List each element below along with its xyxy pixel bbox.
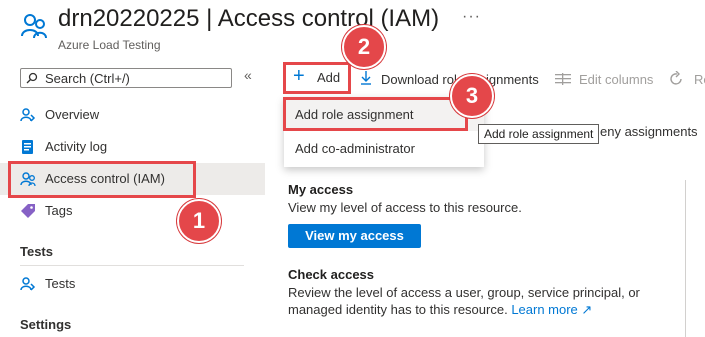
tag-icon bbox=[20, 203, 36, 219]
sidebar-item-tests[interactable]: Tests bbox=[0, 268, 265, 300]
refresh-label: Re bbox=[694, 72, 705, 87]
callout-badge-3: 3 bbox=[450, 74, 494, 118]
refresh-icon bbox=[668, 71, 684, 87]
my-access-description: View my level of access to this resource… bbox=[288, 200, 522, 215]
page-subtitle: Azure Load Testing bbox=[58, 38, 161, 52]
sidebar-item-overview[interactable]: Overview bbox=[0, 99, 265, 131]
callout-highlight-add bbox=[283, 62, 351, 94]
edit-columns-label: Edit columns bbox=[579, 72, 654, 87]
learn-more-link[interactable]: Learn more ↗ bbox=[511, 302, 592, 317]
sidebar-item-label: Overview bbox=[45, 107, 100, 122]
iam-resource-icon bbox=[20, 12, 48, 40]
columns-icon bbox=[555, 73, 571, 85]
callout-highlight-iam bbox=[8, 161, 196, 198]
activity-log-icon bbox=[20, 139, 36, 155]
tests-icon bbox=[20, 276, 36, 292]
tab-deny-assignments[interactable]: eny assignments bbox=[600, 124, 698, 139]
view-my-access-button[interactable]: View my access bbox=[288, 224, 421, 248]
external-link-icon: ↗ bbox=[581, 302, 593, 317]
sidebar-item-label: Tags bbox=[45, 203, 73, 218]
page-title: drn20220225 | Access control (IAM) bbox=[58, 5, 440, 32]
callout-highlight-role-assignment bbox=[283, 97, 468, 131]
sidebar-item-activity-log[interactable]: Activity log bbox=[0, 131, 265, 163]
section-title-tests: Tests bbox=[20, 244, 53, 259]
download-label: Download rol bbox=[381, 72, 457, 87]
search-input[interactable]: Search (Ctrl+/) bbox=[20, 68, 232, 88]
sidebar-item-label: Activity log bbox=[45, 139, 108, 154]
collapse-sidebar-button[interactable]: « bbox=[244, 67, 252, 83]
tooltip: Add role assignment bbox=[478, 124, 600, 144]
check-access-description-line1: Review the level of access a user, group… bbox=[288, 285, 640, 300]
search-placeholder: Search (Ctrl+/) bbox=[45, 71, 130, 86]
overview-icon bbox=[20, 107, 36, 123]
sidebar-item-tags[interactable]: Tags bbox=[0, 195, 265, 227]
section-title-settings: Settings bbox=[20, 317, 72, 332]
check-access-description-line2: managed identity has to this resource. L… bbox=[288, 302, 593, 317]
search-icon bbox=[26, 72, 38, 84]
callout-badge-1: 1 bbox=[177, 199, 221, 243]
my-access-title: My access bbox=[288, 182, 354, 197]
menu-item-add-co-administrator[interactable]: Add co-administrator bbox=[284, 133, 484, 165]
panel-divider bbox=[685, 180, 686, 337]
callout-badge-2: 2 bbox=[342, 25, 386, 69]
sidebar-item-label: Tests bbox=[45, 276, 76, 291]
section-divider bbox=[20, 265, 244, 266]
check-access-title: Check access bbox=[288, 267, 375, 282]
more-options-button[interactable]: ··· bbox=[462, 8, 481, 26]
download-icon bbox=[360, 70, 372, 86]
